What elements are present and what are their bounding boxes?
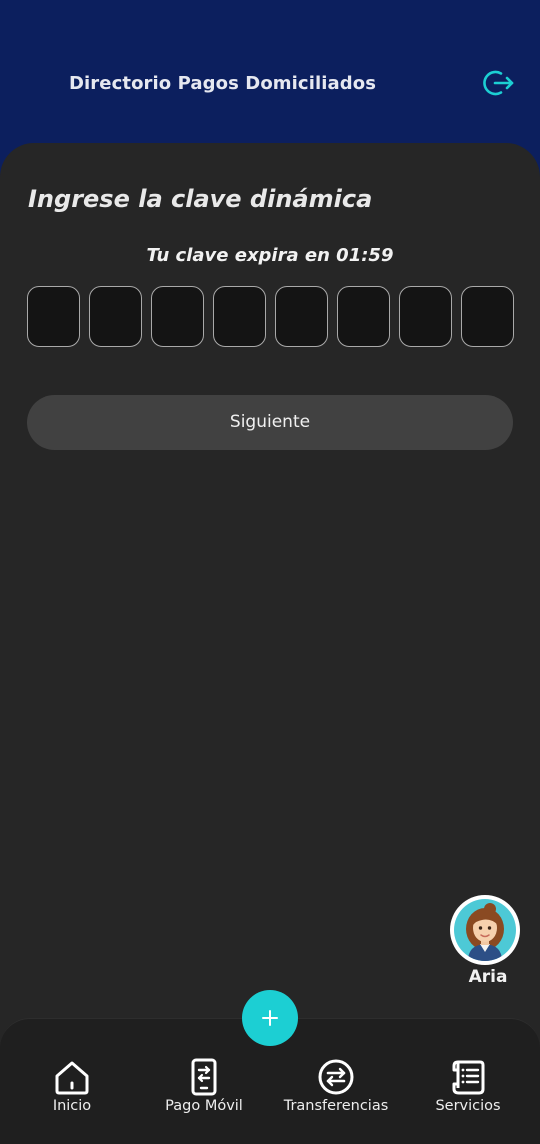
transfer-icon <box>318 1059 354 1095</box>
assistant-name: Aria <box>468 967 508 987</box>
otp-digit-3[interactable] <box>151 286 204 347</box>
assistant-avatar-button[interactable] <box>450 895 520 965</box>
services-icon <box>452 1060 485 1095</box>
assistant-avatar-icon <box>454 899 516 961</box>
nav-item-servicios[interactable]: Servicios <box>401 1058 535 1120</box>
home-icon <box>55 1061 89 1095</box>
next-button[interactable]: Siguiente <box>27 395 513 450</box>
otp-digit-7[interactable] <box>399 286 452 347</box>
otp-digit-5[interactable] <box>275 286 328 347</box>
otp-digit-4[interactable] <box>213 286 266 347</box>
otp-digit-1[interactable] <box>27 286 80 347</box>
nav-item-inicio[interactable]: Inicio <box>5 1058 139 1120</box>
nav-item-pago-movil[interactable]: Pago Móvil <box>137 1058 271 1120</box>
otp-digit-6[interactable] <box>337 286 390 347</box>
page-title: Directorio Pagos Domiciliados <box>69 73 377 94</box>
nav-item-transferencias[interactable]: Transferencias <box>269 1058 403 1120</box>
mobile-payment-icon <box>191 1058 217 1096</box>
otp-title: Ingrese la clave dinámica <box>28 185 373 213</box>
logout-button[interactable] <box>482 66 516 100</box>
otp-timer: Tu clave expira en 01:59 <box>146 245 394 266</box>
nav-label-servicios: Servicios <box>435 1098 501 1114</box>
nav-label-inicio: Inicio <box>52 1098 92 1114</box>
add-button[interactable] <box>242 990 298 1046</box>
logout-icon <box>483 70 514 96</box>
nav-label-transferencias: Transferencias <box>283 1098 389 1114</box>
otp-digit-8[interactable] <box>461 286 514 347</box>
nav-label-pago-movil: Pago Móvil <box>165 1098 243 1114</box>
otp-input-group <box>27 286 514 347</box>
plus-icon <box>262 1010 278 1026</box>
otp-digit-2[interactable] <box>89 286 142 347</box>
